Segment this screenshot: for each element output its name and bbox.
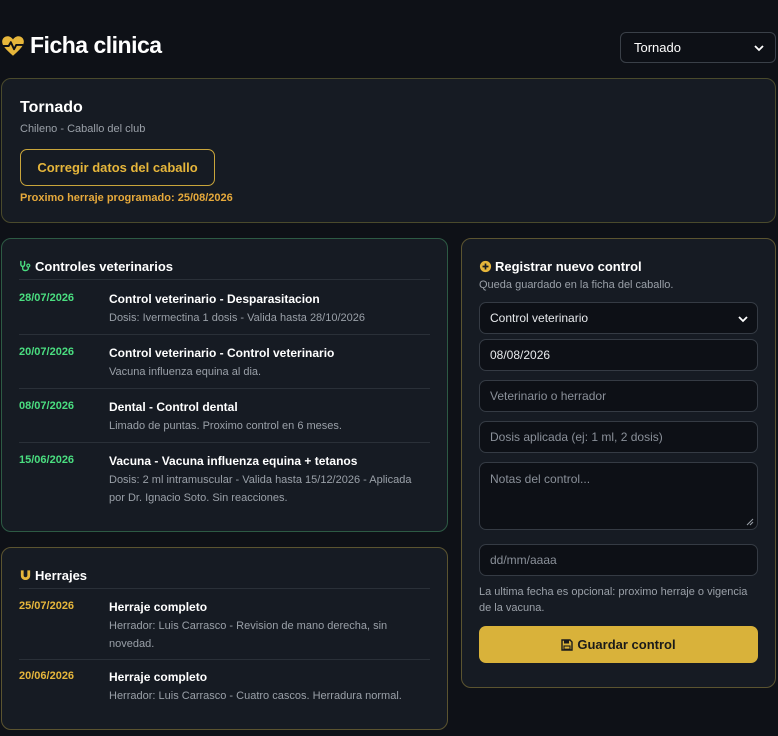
shoeing-title-text: Herrajes (35, 568, 88, 583)
vet-controls-title: Controles veterinarios (19, 259, 173, 274)
vet-entry-date: 28/07/2026 (19, 292, 75, 304)
horseshoe-icon (20, 570, 31, 581)
divider (19, 442, 430, 443)
floppy-disk-icon (561, 638, 574, 651)
vet-entry-date: 20/07/2026 (19, 346, 75, 358)
form-title: Registrar nuevo control (479, 259, 642, 274)
control-type-value: Control veterinario (490, 311, 589, 325)
shoeing-card: Herrajes 25/07/2026 Herraje completo Her… (1, 547, 448, 730)
vet-entry-desc: Limado de puntas. Proximo control en 6 m… (109, 420, 342, 432)
next-date-input[interactable]: dd/mm/aaaa (479, 544, 758, 576)
shoeing-entry-date: 25/07/2026 (19, 600, 75, 612)
vet-controls-title-text: Controles veterinarios (35, 259, 173, 274)
dose-input[interactable]: Dosis aplicada (ej: 1 ml, 2 dosis) (479, 421, 758, 453)
horse-select[interactable]: Tornado (620, 32, 776, 63)
shoeing-title: Herrajes (19, 568, 87, 583)
stethoscope-icon (20, 260, 31, 272)
divider (19, 659, 430, 660)
save-control-button[interactable]: Guardar control (479, 626, 758, 663)
vet-entry-desc: Vacuna influenza equina al dia. (109, 366, 262, 378)
new-control-form: Registrar nuevo control Queda guardado e… (461, 238, 776, 688)
control-date-input[interactable]: 08/08/2026 (479, 339, 758, 371)
page-header: Ficha clinica Tornado (0, 28, 778, 66)
divider (19, 334, 430, 335)
page-title: Ficha clinica (30, 32, 162, 58)
vet-entry-title: Control veterinario - Desparasitacion (109, 292, 320, 306)
resize-grip-icon[interactable] (746, 518, 754, 526)
form-title-text: Registrar nuevo control (495, 259, 642, 274)
divider (19, 388, 430, 389)
form-subtitle: Queda guardado en la ficha del caballo. (479, 279, 674, 291)
provider-placeholder: Veterinario o herrador (490, 389, 607, 403)
vet-entry-desc: Dosis: 2 ml intramuscular - Valida hasta… (109, 474, 412, 504)
shoeing-entry-desc: Herrador: Luis Carrasco - Cuatro cascos.… (109, 690, 402, 702)
dose-placeholder: Dosis aplicada (ej: 1 ml, 2 dosis) (490, 430, 663, 444)
heart-pulse-icon (2, 35, 24, 56)
vet-controls-card: Controles veterinarios 28/07/2026 Contro… (1, 238, 448, 532)
vet-entry-desc: Dosis: Ivermectina 1 dosis - Valida hast… (109, 312, 365, 324)
chevron-down-icon (738, 316, 748, 323)
divider (19, 279, 430, 280)
chevron-down-icon (754, 45, 764, 52)
save-control-label: Guardar control (577, 637, 676, 652)
shoeing-entry-title: Herraje completo (109, 600, 208, 614)
title-wrap: Ficha clinica (0, 32, 162, 59)
control-type-select[interactable]: Control veterinario (479, 302, 758, 334)
horse-name: Tornado (20, 99, 83, 116)
vet-entry-title: Dental - Control dental (109, 400, 238, 414)
vet-entry-date: 08/07/2026 (19, 400, 75, 412)
control-date-value: 08/08/2026 (490, 348, 551, 362)
shoeing-entry-title: Herraje completo (109, 670, 208, 684)
horse-select-value: Tornado (634, 40, 681, 55)
edit-horse-button[interactable]: Corregir datos del caballo (20, 149, 215, 186)
notes-textarea[interactable]: Notas del control... (479, 462, 758, 530)
vet-entry-title: Control veterinario - Control veterinari… (109, 346, 335, 360)
vet-entry-title: Vacuna - Vacuna influenza equina + tetan… (109, 454, 358, 468)
provider-input[interactable]: Veterinario o herrador (479, 380, 758, 412)
horse-subtitle: Chileno - Caballo del club (20, 123, 146, 135)
shoeing-entry-desc: Herrador: Luis Carrasco - Revision de ma… (109, 620, 388, 650)
vet-entry-date: 15/06/2026 (19, 454, 75, 466)
next-shoeing-text: Proximo herraje programado: 25/08/2026 (20, 192, 233, 204)
shoeing-entry-date: 20/06/2026 (19, 670, 75, 682)
horse-profile-card: Tornado Chileno - Caballo del club Corre… (1, 78, 776, 223)
plus-circle-icon (479, 260, 492, 273)
next-date-placeholder: dd/mm/aaaa (490, 553, 557, 567)
notes-placeholder: Notas del control... (490, 472, 591, 486)
divider (19, 588, 430, 589)
optional-date-note: La ultima fecha es opcional: proximo her… (479, 586, 748, 614)
